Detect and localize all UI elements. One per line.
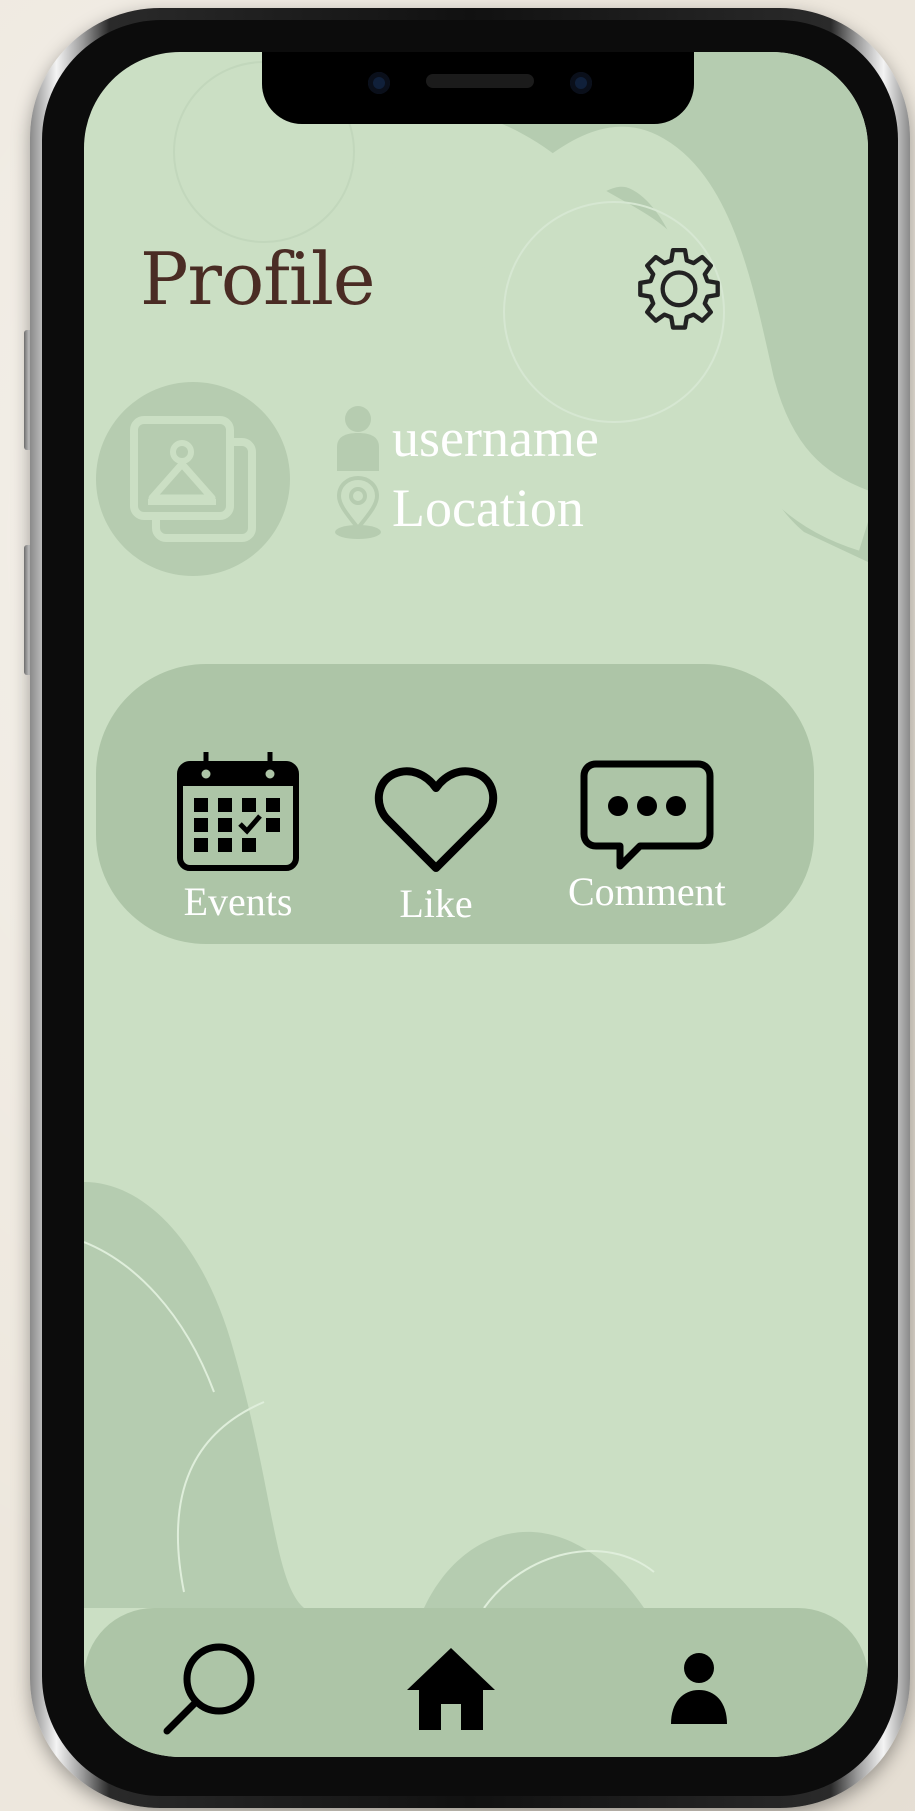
comment-button[interactable]: Comment bbox=[568, 760, 726, 915]
profile-icon bbox=[671, 1653, 727, 1724]
like-button[interactable]: Like bbox=[372, 764, 500, 927]
speaker-grille bbox=[426, 74, 534, 88]
heart-icon bbox=[375, 767, 497, 872]
nav-home-button[interactable] bbox=[396, 1634, 506, 1744]
location-row: Location bbox=[330, 474, 584, 542]
settings-button[interactable] bbox=[636, 245, 722, 331]
location-text: Location bbox=[392, 478, 584, 538]
action-card: Events Like Comment bbox=[96, 664, 814, 944]
map-pin-icon bbox=[330, 474, 386, 542]
calendar-icon bbox=[177, 752, 299, 871]
app-screen: Profile username Location Events Like Co… bbox=[84, 52, 868, 1757]
page-title: Profile bbox=[140, 237, 376, 321]
search-icon bbox=[163, 1643, 255, 1735]
bottom-nav bbox=[84, 1608, 868, 1757]
username-text: username bbox=[392, 408, 599, 468]
events-label: Events bbox=[183, 879, 293, 924]
username-row: username bbox=[330, 404, 599, 472]
home-icon bbox=[407, 1648, 495, 1730]
like-label: Like bbox=[399, 881, 473, 926]
person-icon bbox=[330, 404, 386, 472]
phone-notch bbox=[262, 52, 694, 124]
gear-icon bbox=[638, 248, 720, 330]
nav-profile-button[interactable] bbox=[644, 1634, 754, 1744]
events-button[interactable]: Events bbox=[176, 752, 300, 925]
nav-search-button[interactable] bbox=[154, 1634, 264, 1744]
image-placeholder-icon bbox=[130, 416, 256, 542]
chat-bubble-icon bbox=[580, 760, 714, 870]
sensor-icon bbox=[570, 72, 592, 94]
avatar[interactable] bbox=[96, 382, 290, 576]
comment-label: Comment bbox=[568, 869, 726, 914]
camera-icon bbox=[368, 72, 390, 94]
